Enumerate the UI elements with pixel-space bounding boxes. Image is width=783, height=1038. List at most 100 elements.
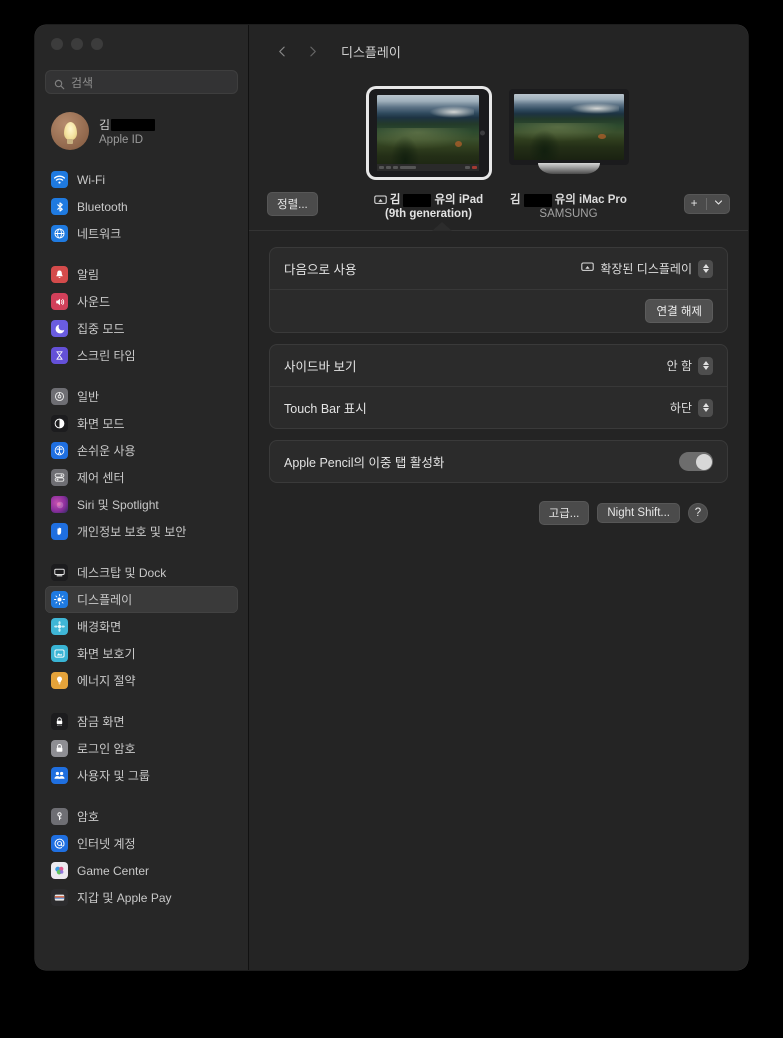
sidebar-item-lock-screen[interactable]: 잠금 화면	[45, 708, 238, 735]
sidebar-item-focus[interactable]: 집중 모드	[45, 315, 238, 342]
displays-arrangement: 김 유의 iPad (9th generation) 김 유의 iMac Pro…	[249, 89, 748, 221]
disconnect-row: 연결 해제	[270, 289, 727, 332]
accessibility-icon	[51, 442, 68, 459]
apple-id-text: 김 Apple ID	[99, 116, 156, 146]
sidebar-item-notifications[interactable]: 알림	[45, 261, 238, 288]
wallpaper-icon	[51, 618, 68, 635]
add-display-button[interactable]: +	[683, 194, 730, 214]
chevron-down-icon	[714, 198, 723, 210]
imac-frame[interactable]	[508, 89, 629, 174]
sidebar-item-bluetooth[interactable]: Bluetooth	[45, 193, 238, 220]
airplay-display-icon	[374, 195, 387, 206]
sidebar-item-screensaver[interactable]: 화면 보호기	[45, 640, 238, 667]
apple-pencil-card: Apple Pencil의 이중 탭 활성화	[269, 440, 728, 483]
lock-screen-icon	[51, 713, 68, 730]
sidebar-item-internet-accounts[interactable]: 인터넷 계정	[45, 830, 238, 857]
display-label-line2: (9th generation)	[385, 208, 472, 220]
sidebar-group-notifications: 알림 사운드 집중 모드 스크린 타임	[35, 261, 248, 369]
sidebar-item-game-center[interactable]: Game Center	[45, 857, 238, 884]
back-button[interactable]	[267, 36, 297, 66]
touch-bar-selected-text: 하단	[669, 401, 692, 415]
close-button[interactable]	[51, 38, 63, 50]
padlock-icon	[51, 740, 68, 757]
sidebar-item-control-center[interactable]: 제어 센터	[45, 464, 238, 491]
touch-bar-value[interactable]: 하단	[669, 398, 713, 417]
ipad-frame[interactable]	[368, 89, 489, 177]
use-as-row[interactable]: 다음으로 사용 확장된 디스플레이	[270, 248, 727, 289]
sidebar-item-label: Game Center	[77, 863, 150, 878]
ipad-sidecar-bar	[376, 164, 479, 171]
sidebar-item-label: 에너지 절약	[77, 674, 136, 688]
sidebar-item-wallet-apple-pay[interactable]: 지갑 및 Apple Pay	[45, 884, 238, 911]
display-thumbnail-ipad[interactable]: 김 유의 iPad (9th generation)	[363, 89, 495, 221]
settings-panels: 다음으로 사용 확장된 디스플레이 연결 해제 사이드바 보기 안 함 Touc…	[249, 231, 748, 525]
sidebar-item-label: 개인정보 보호 및 보안	[77, 525, 187, 539]
display-label-imac: 김 유의 iMac Pro SAMSUNG	[510, 193, 627, 221]
moon-icon	[51, 320, 68, 337]
sidebar-item-users-groups[interactable]: 사용자 및 그룹	[45, 762, 238, 789]
zoom-button[interactable]	[91, 38, 103, 50]
stepper-up-icon	[702, 361, 709, 365]
sidebar-view-popup-stepper[interactable]	[698, 356, 713, 375]
sidebar-item-siri-spotlight[interactable]: Siri 및 Spotlight	[45, 491, 238, 518]
display-label-line1: 김 유의 iPad	[374, 193, 483, 207]
sidebar-divider	[35, 545, 248, 559]
display-thumbnail-imac[interactable]: 김 유의 iMac Pro SAMSUNG	[503, 89, 635, 221]
use-as-value[interactable]: 확장된 디스플레이	[581, 259, 713, 278]
apple-pencil-row[interactable]: Apple Pencil의 이중 탭 활성화	[270, 441, 727, 482]
sidebar-item-accessibility[interactable]: 손쉬운 사용	[45, 437, 238, 464]
sidebar-item-apple-id[interactable]: 김 Apple ID	[45, 108, 238, 154]
touch-bar-row[interactable]: Touch Bar 표시 하단	[270, 386, 727, 428]
sidebar-item-desktop-dock[interactable]: 데스크탑 및 Dock	[45, 559, 238, 586]
wallpaper-accent	[455, 140, 463, 147]
toggle-knob	[695, 453, 712, 470]
bar-dot-red	[471, 166, 477, 169]
network-globe-icon	[51, 225, 68, 242]
bar-dot	[464, 166, 470, 169]
help-button[interactable]: ?	[688, 503, 708, 523]
page-title: 디스플레이	[341, 44, 401, 60]
stepper-up-icon	[702, 403, 709, 407]
sidebar-item-general[interactable]: 일반	[45, 383, 238, 410]
search-input[interactable]: 검색	[45, 70, 238, 94]
night-shift-button[interactable]: Night Shift...	[597, 503, 680, 523]
advanced-button[interactable]: 고급...	[538, 501, 590, 525]
touch-bar-popup-stepper[interactable]	[698, 398, 713, 417]
sidebar-view-selected-text: 안 함	[666, 359, 692, 373]
sidebar-item-energy-saver[interactable]: 에너지 절약	[45, 667, 238, 694]
use-as-selected-text: 확장된 디스플레이	[600, 262, 692, 276]
sidebar-divider	[35, 247, 248, 261]
sidebar-view-row[interactable]: 사이드바 보기 안 함	[270, 345, 727, 386]
forward-button[interactable]	[297, 36, 327, 66]
disconnect-button[interactable]: 연결 해제	[645, 299, 713, 323]
sidebar-group-display: 데스크탑 및 Dock 디스플레이 배경화면 화면 보호기 에너지 절약	[35, 559, 248, 694]
sidebar-item-wallpaper[interactable]: 배경화면	[45, 613, 238, 640]
sidebar-item-label: 지갑 및 Apple Pay	[77, 891, 172, 905]
arrange-button[interactable]: 정렬...	[267, 192, 318, 216]
sidebar-item-wifi[interactable]: Wi-Fi	[45, 166, 238, 193]
use-as-popup-stepper[interactable]	[698, 259, 713, 278]
sidebar-group-security: 잠금 화면 로그인 암호 사용자 및 그룹	[35, 708, 248, 789]
sidebar-item-login-password[interactable]: 로그인 암호	[45, 735, 238, 762]
bar-dot	[392, 166, 398, 169]
sidebar-group-network: Wi-Fi Bluetooth 네트워크	[35, 166, 248, 247]
display-name-prefix: 김	[510, 194, 521, 206]
bar-dot	[378, 166, 384, 169]
sidebar-item-privacy-security[interactable]: 개인정보 보호 및 보안	[45, 518, 238, 545]
sidebar-view-value[interactable]: 안 함	[666, 356, 713, 375]
apple-pencil-toggle[interactable]	[679, 452, 713, 471]
sidebar-item-screen-time[interactable]: 스크린 타임	[45, 342, 238, 369]
sidebar-item-network[interactable]: 네트워크	[45, 220, 238, 247]
minimize-button[interactable]	[71, 38, 83, 50]
sidebar-item-displays[interactable]: 디스플레이	[45, 586, 238, 613]
sidebar-item-label: Wi-Fi	[77, 172, 105, 187]
toolbar: 디스플레이	[249, 25, 748, 77]
sidebar-item-label: 제어 센터	[77, 471, 125, 485]
sidebar-item-passwords[interactable]: 암호	[45, 803, 238, 830]
imac-stand	[537, 163, 600, 174]
apple-pencil-label: Apple Pencil의 이중 탭 활성화	[284, 456, 445, 470]
selection-caret	[431, 222, 452, 231]
sidebar-item-sound[interactable]: 사운드	[45, 288, 238, 315]
sidebar-item-appearance[interactable]: 화면 모드	[45, 410, 238, 437]
touch-bar-label: Touch Bar 표시	[284, 402, 367, 416]
